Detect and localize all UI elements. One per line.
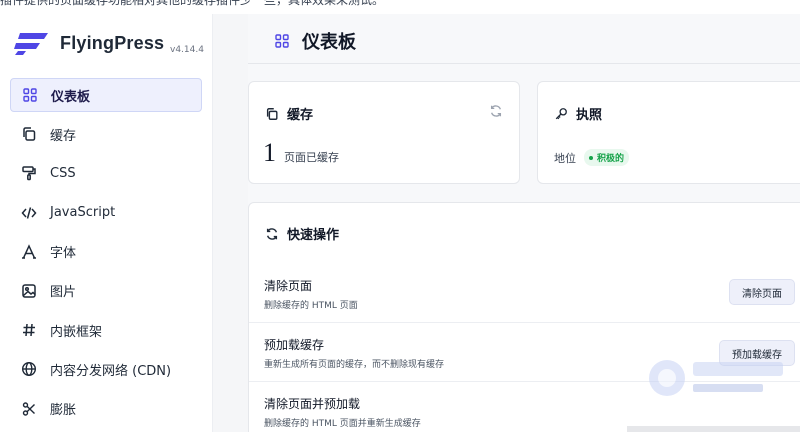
license-card-title: 执照: [576, 108, 603, 123]
sidebar-item-javascript[interactable]: JavaScript: [10, 196, 202, 230]
page-title: 仪表板: [274, 28, 356, 54]
sidebar-item-label: 缓存: [50, 128, 77, 144]
sidebar-item-fonts[interactable]: 字体: [10, 235, 202, 269]
purge-pages-button[interactable]: 清除页面: [729, 279, 795, 305]
cached-pages-label: 页面已缓存: [284, 151, 339, 164]
quick-actions-title: 快速操作: [287, 228, 340, 243]
globe-icon: [20, 360, 38, 378]
page-title-text: 仪表板: [302, 32, 356, 53]
action-title: 清除页面: [264, 279, 313, 293]
action-description: 删除缓存的 HTML 页面并重新生成缓存: [264, 419, 421, 429]
cache-card: 缓存 1 页面已缓存: [248, 81, 520, 184]
action-description: 删除缓存的 HTML 页面: [264, 301, 358, 311]
refresh-icon[interactable]: [489, 104, 503, 118]
horizontal-scrollbar[interactable]: [627, 426, 800, 432]
sidebar-item-label: 膨胀: [50, 403, 77, 418]
sidebar-item-label: 字体: [50, 246, 77, 262]
brand[interactable]: FlyingPress: [14, 30, 164, 56]
cached-pages-count: 1: [263, 138, 276, 167]
scissors-icon: [20, 400, 38, 418]
grid-icon: [21, 86, 39, 104]
refresh-icon: [266, 227, 278, 240]
sidebar-item-dashboard[interactable]: 仪表板: [10, 78, 202, 112]
paint-roller-icon: [20, 164, 38, 182]
font-icon: [20, 243, 38, 261]
status-badge: 积极的: [584, 149, 630, 166]
sidebar-item-images[interactable]: 图片: [10, 274, 202, 308]
sidebar-item-label: 图片: [50, 285, 77, 301]
sidebar-item-iframes[interactable]: 内嵌框架: [10, 313, 202, 347]
license-status-label: 地位: [554, 151, 576, 165]
copy-icon: [266, 107, 278, 120]
sidebar-nav: 仪表板 缓存 CSS JavaScript 字体 图片 内嵌框架 内容分发网络 …: [10, 78, 202, 431]
article-caption: 插件提供的页面缓存功能相对其他的缓存插件少一些，具体效果未测试。: [0, 0, 385, 7]
license-card-header: 执照: [554, 104, 602, 123]
sidebar-item-label: 内嵌框架: [50, 324, 103, 340]
sidebar-item-label: 内容分发网络 (CDN): [50, 363, 172, 379]
license-status: 地位 积极的: [554, 149, 630, 166]
status-dot-icon: [589, 155, 593, 160]
hash-icon: [20, 321, 38, 339]
sidebar-item-css[interactable]: CSS: [10, 156, 202, 190]
brand-name: FlyingPress: [60, 32, 165, 53]
quick-actions-header: 快速操作: [265, 224, 339, 243]
action-title: 清除页面并预加载: [264, 397, 361, 411]
watermark-logo-icon: [649, 360, 783, 396]
action-row-purge-pages: 清除页面 删除缓存的 HTML 页面 清除页面: [249, 265, 800, 323]
image-icon: [20, 282, 38, 300]
sidebar: FlyingPress v4.14.4 仪表板 缓存 CSS JavaScrip: [0, 14, 213, 432]
cache-count: 1 页面已缓存: [263, 138, 339, 168]
sidebar-item-cache[interactable]: 缓存: [10, 117, 202, 151]
cache-card-header: 缓存: [265, 104, 313, 123]
sidebar-item-label: JavaScript: [50, 205, 116, 221]
action-title: 预加载缓存: [264, 338, 325, 352]
status-badge-text: 积极的: [597, 154, 625, 164]
flyingpress-logo-icon: [14, 33, 48, 55]
action-description: 重新生成所有页面的缓存，而不删除现有缓存: [264, 360, 445, 370]
copy-icon: [20, 125, 38, 143]
license-card: 执照 地位 积极的: [537, 81, 800, 184]
code-icon: [20, 204, 38, 222]
sidebar-item-label: 仪表板: [51, 89, 91, 105]
page-header: 仪表板: [248, 14, 800, 64]
version-label: v4.14.4: [170, 45, 204, 55]
sidebar-item-cdn[interactable]: 内容分发网络 (CDN): [10, 352, 202, 386]
key-icon: [555, 107, 567, 119]
sidebar-item-bloat[interactable]: 膨胀: [10, 392, 202, 426]
grid-icon: [275, 34, 289, 48]
sidebar-divider: [213, 14, 248, 432]
sidebar-item-label: CSS: [50, 165, 76, 181]
cache-card-title: 缓存: [287, 108, 314, 123]
